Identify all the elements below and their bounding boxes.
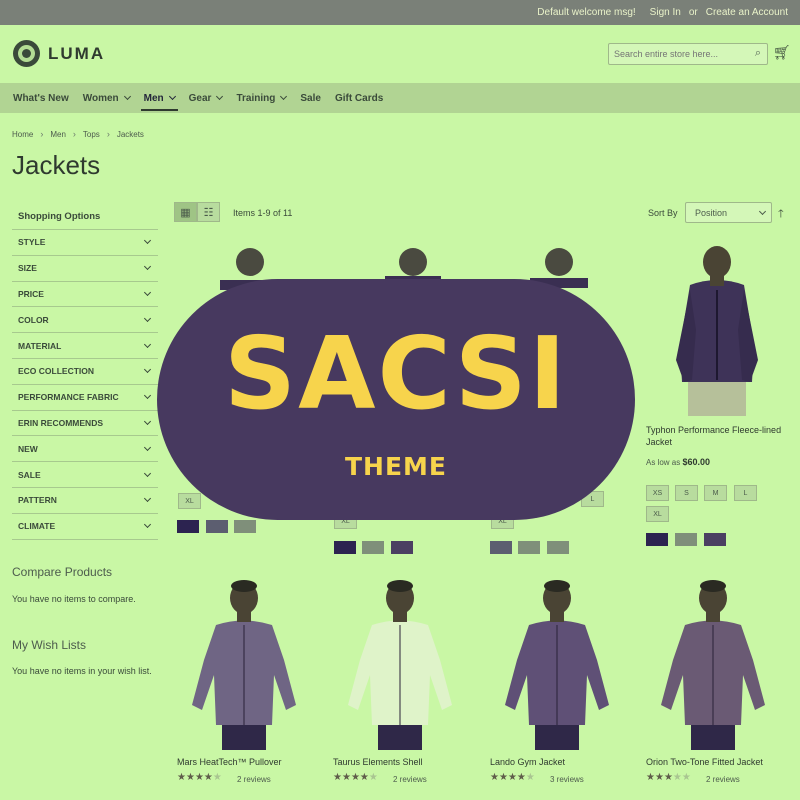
color-swatch[interactable] [391, 541, 413, 554]
product-name[interactable]: Mars HeatTech™ Pullover [177, 756, 282, 768]
reviews-link[interactable]: 2 reviews [237, 775, 271, 784]
star-icon: ★ [333, 772, 342, 783]
size-option[interactable]: L [734, 485, 757, 501]
star-icon: ★ [185, 772, 195, 783]
star-icon: ★ [194, 772, 204, 783]
color-swatch[interactable] [206, 520, 228, 533]
reviews-link[interactable]: 3 reviews [550, 775, 584, 784]
reviews-link[interactable]: 2 reviews [393, 775, 427, 784]
star-icon: ★ [516, 772, 526, 783]
star-icon: ★ [341, 772, 351, 783]
product-name[interactable]: Taurus Elements Shell [333, 756, 423, 768]
star-rating: ★★★★★ [490, 772, 535, 783]
star-icon: ★ [490, 772, 499, 783]
product-image[interactable] [333, 580, 473, 750]
star-icon: ★ [672, 772, 682, 783]
star-icon: ★ [212, 772, 222, 783]
color-swatch[interactable] [704, 533, 726, 546]
star-icon: ★ [177, 772, 186, 783]
product-name[interactable]: Orion Two-Tone Fitted Jacket [646, 756, 763, 768]
color-swatch[interactable] [234, 520, 256, 533]
reviews-link[interactable]: 2 reviews [706, 775, 740, 784]
star-rating: ★★★★★ [333, 772, 378, 783]
star-icon: ★ [681, 772, 691, 783]
star-rating: ★★★★★ [646, 772, 691, 783]
color-swatch[interactable] [490, 541, 512, 554]
star-icon: ★ [368, 772, 378, 783]
star-icon: ★ [654, 772, 664, 783]
size-option[interactable]: M [704, 485, 727, 501]
product-image[interactable] [646, 580, 786, 750]
product-image[interactable] [490, 580, 630, 750]
size-option[interactable]: XS [646, 485, 669, 501]
color-swatch[interactable] [675, 533, 697, 546]
star-icon: ★ [359, 772, 369, 783]
star-icon: ★ [507, 772, 517, 783]
star-rating: ★★★★★ [177, 772, 222, 783]
size-option[interactable]: S [675, 485, 698, 501]
color-swatch[interactable] [334, 541, 356, 554]
product-name[interactable]: Lando Gym Jacket [490, 756, 565, 768]
star-icon: ★ [203, 772, 213, 783]
size-option[interactable]: XL [646, 506, 669, 522]
size-option[interactable]: XL [178, 493, 201, 509]
product-name-featured[interactable]: Typhon Performance Fleece-lined Jacket [646, 424, 791, 448]
color-swatch[interactable] [646, 533, 668, 546]
color-swatch[interactable] [177, 520, 199, 533]
star-icon: ★ [663, 772, 673, 783]
badge-subtitle: THEME [344, 452, 447, 481]
product-image-featured[interactable] [676, 246, 758, 416]
color-swatch[interactable] [362, 541, 384, 554]
product-price-featured: As low as $60.00 [646, 457, 710, 467]
product-image[interactable] [177, 580, 317, 750]
star-icon: ★ [350, 772, 360, 783]
color-swatch[interactable] [518, 541, 540, 554]
star-icon: ★ [646, 772, 655, 783]
badge-title: SACSI [224, 315, 568, 432]
price-prefix: As low as [646, 458, 681, 467]
price-value: $60.00 [682, 457, 710, 467]
star-icon: ★ [525, 772, 535, 783]
star-icon: ★ [498, 772, 508, 783]
color-swatch[interactable] [547, 541, 569, 554]
